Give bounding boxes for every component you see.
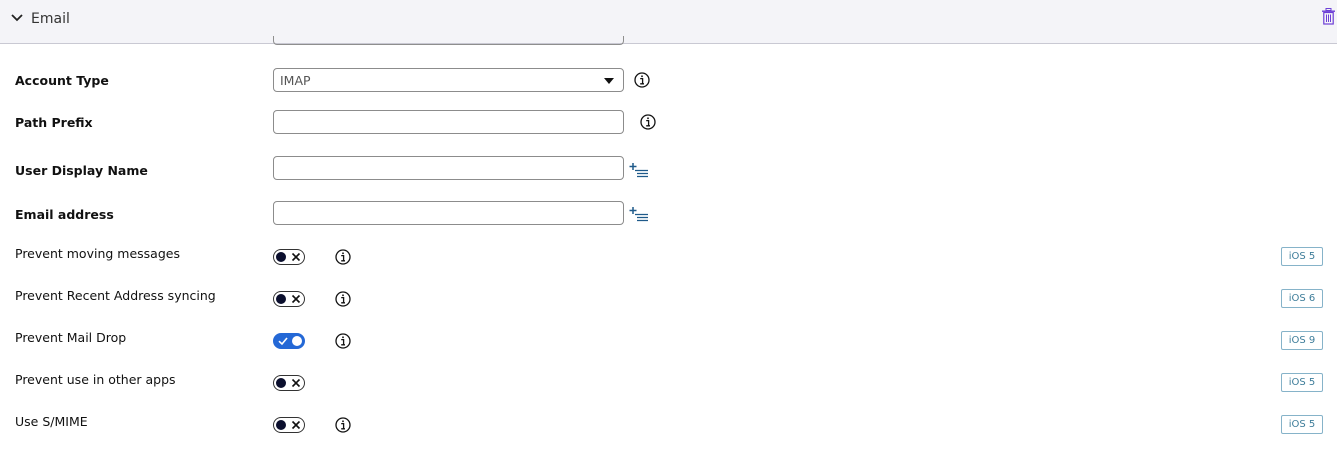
prevent-moving-messages-toggle[interactable] bbox=[273, 249, 305, 265]
toggle-knob bbox=[276, 294, 286, 304]
section-title: Email bbox=[31, 11, 70, 27]
prevent-recent-address-syncing-toggle[interactable] bbox=[273, 291, 305, 307]
section-header[interactable]: Email bbox=[0, 0, 1337, 44]
chevron-down-icon[interactable] bbox=[10, 13, 24, 23]
account-type-value: IMAP bbox=[280, 73, 311, 88]
caret-down-icon bbox=[604, 78, 614, 84]
prevent-mail-drop-toggle[interactable] bbox=[273, 333, 305, 349]
path-prefix-input[interactable] bbox=[273, 110, 624, 134]
info-icon[interactable] bbox=[640, 114, 656, 130]
prevent-moving-messages-label: Prevent moving messages bbox=[15, 246, 180, 261]
add-list-icon[interactable] bbox=[629, 206, 649, 222]
prevent-use-in-other-apps-label: Prevent use in other apps bbox=[15, 372, 176, 387]
account-type-select[interactable]: IMAP bbox=[273, 68, 624, 92]
info-icon[interactable] bbox=[335, 249, 351, 265]
scrolled-input-field[interactable] bbox=[273, 36, 624, 45]
use-smime-toggle[interactable] bbox=[273, 417, 305, 433]
info-icon[interactable] bbox=[335, 417, 351, 433]
ios-version-badge: iOS 6 bbox=[1281, 289, 1323, 308]
info-icon[interactable] bbox=[634, 72, 650, 88]
use-smime-label: Use S/MIME bbox=[15, 414, 88, 429]
prevent-mail-drop-label: Prevent Mail Drop bbox=[15, 330, 127, 345]
close-icon bbox=[291, 294, 301, 304]
info-icon[interactable] bbox=[335, 333, 351, 349]
check-icon bbox=[278, 337, 288, 346]
toggle-knob bbox=[276, 378, 286, 388]
user-display-name-label: User Display Name bbox=[15, 163, 148, 178]
ios-version-badge: iOS 5 bbox=[1281, 373, 1323, 392]
close-icon bbox=[291, 420, 301, 430]
path-prefix-label: Path Prefix bbox=[15, 115, 93, 130]
close-icon bbox=[291, 252, 301, 262]
toggle-knob bbox=[276, 252, 286, 262]
email-address-input[interactable] bbox=[273, 201, 624, 225]
account-type-label: Account Type bbox=[15, 73, 109, 88]
toggle-knob bbox=[276, 420, 286, 430]
ios-version-badge: iOS 9 bbox=[1281, 331, 1323, 350]
prevent-use-in-other-apps-toggle[interactable] bbox=[273, 375, 305, 391]
ios-version-badge: iOS 5 bbox=[1281, 247, 1323, 266]
info-icon[interactable] bbox=[335, 291, 351, 307]
add-list-icon[interactable] bbox=[629, 162, 649, 178]
toggle-knob bbox=[292, 336, 302, 346]
email-address-label: Email address bbox=[15, 207, 114, 222]
trash-icon[interactable] bbox=[1321, 8, 1336, 25]
user-display-name-input[interactable] bbox=[273, 156, 624, 180]
ios-version-badge: iOS 5 bbox=[1281, 415, 1323, 434]
close-icon bbox=[291, 378, 301, 388]
prevent-recent-address-syncing-label: Prevent Recent Address syncing bbox=[15, 288, 216, 303]
